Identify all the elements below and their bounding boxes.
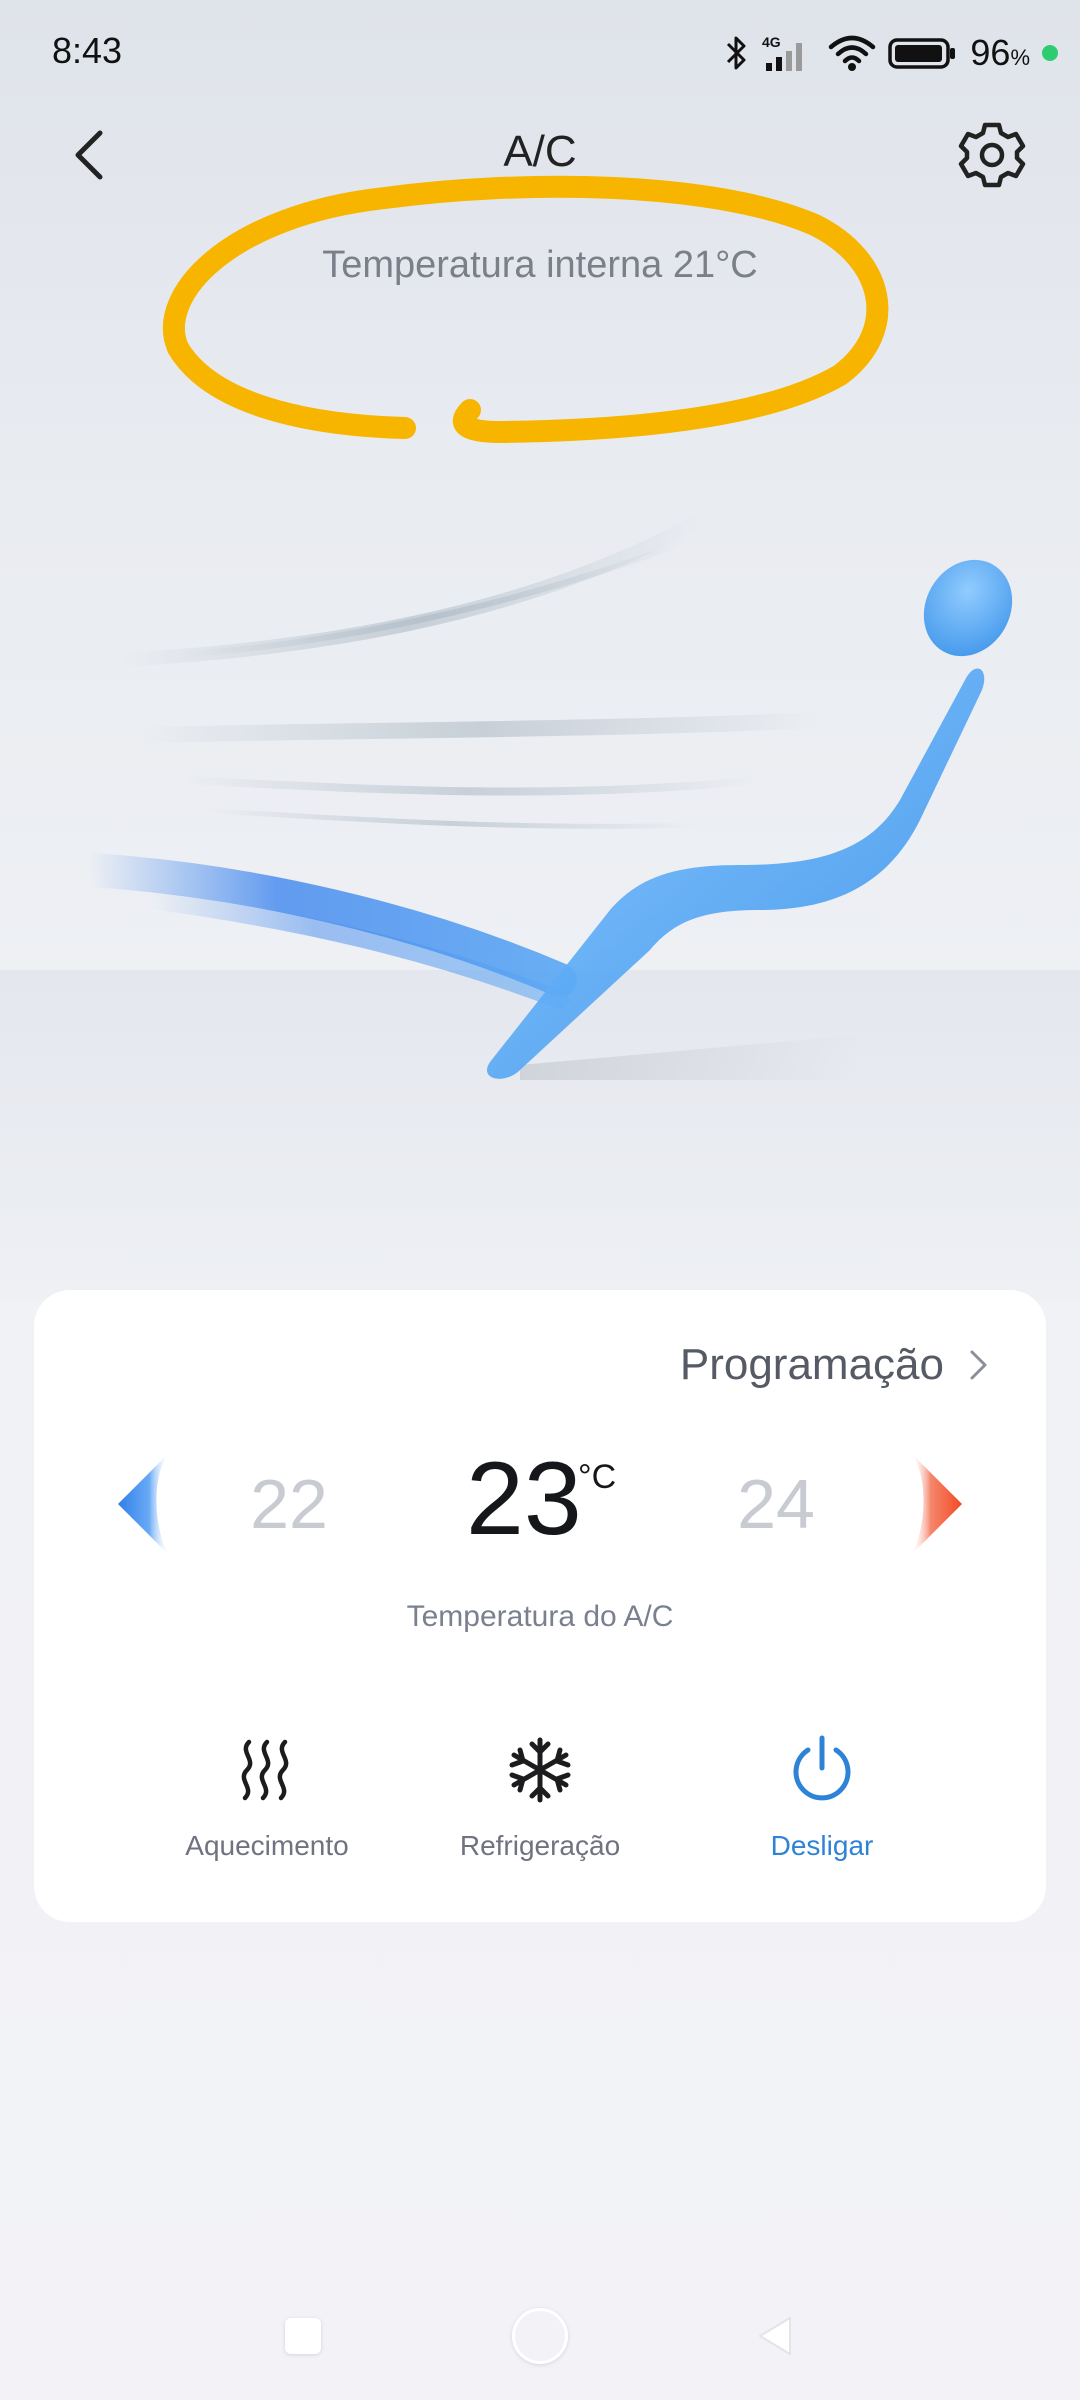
highlight-annotation	[162, 175, 889, 443]
heat-mode-label: Aquecimento	[185, 1830, 349, 1861]
chevron-right-icon	[970, 1350, 987, 1380]
heat-mode-button[interactable]: Aquecimento	[137, 1730, 397, 1862]
privacy-indicator-dot	[1042, 45, 1058, 61]
bluetooth-icon	[727, 36, 746, 70]
schedule-link[interactable]: Programação	[680, 1340, 990, 1390]
status-bar: 8:43 4G 96%	[0, 0, 1080, 110]
ac-airflow-illustration	[0, 513, 1080, 1300]
system-nav-bar	[0, 2300, 1080, 2380]
temperature-unit: °C	[578, 1458, 617, 1496]
temperature-selector: 22 23 °C 24	[34, 1440, 1046, 1570]
home-icon[interactable]	[512, 2308, 568, 2364]
battery-level: 96%	[970, 32, 1030, 73]
settings-button[interactable]	[954, 117, 1030, 193]
cool-mode-label: Refrigeração	[459, 1830, 621, 1861]
snowflake-icon	[509, 1737, 571, 1803]
decrease-temperature-button[interactable]	[106, 1444, 196, 1564]
ac-control-card: Programação 22 23 °C 24 Temperatura do A…	[34, 1290, 1046, 1922]
recent-apps-icon[interactable]	[285, 2318, 321, 2354]
current-temperature: 23	[466, 1441, 582, 1557]
power-icon	[793, 1735, 851, 1801]
temperature-caption: Temperatura do A/C	[406, 1600, 674, 1633]
network-type: 4G	[762, 34, 781, 50]
battery-icon	[888, 38, 956, 69]
mode-buttons: Aquecimento Refrigeração Desligar	[34, 1730, 1046, 1880]
increase-temperature-button[interactable]	[884, 1444, 974, 1564]
heat-icon	[241, 1739, 289, 1801]
previous-temperature[interactable]: 22	[229, 1464, 349, 1544]
next-temperature[interactable]: 24	[716, 1464, 836, 1544]
inner-temperature: Temperatura interna 21°C	[322, 244, 758, 286]
status-time: 8:43	[52, 30, 123, 71]
cool-mode-button[interactable]: Refrigeração	[410, 1730, 670, 1862]
back-icon[interactable]	[752, 2312, 796, 2360]
schedule-label: Programação	[679, 1340, 944, 1389]
wifi-icon	[829, 35, 876, 71]
gear-icon	[958, 122, 1026, 188]
power-off-label: Desligar	[770, 1830, 874, 1861]
power-off-button[interactable]: Desligar	[692, 1730, 952, 1862]
status-icons: 4G 96%	[722, 30, 1058, 76]
signal-icon: 4G	[762, 34, 803, 71]
